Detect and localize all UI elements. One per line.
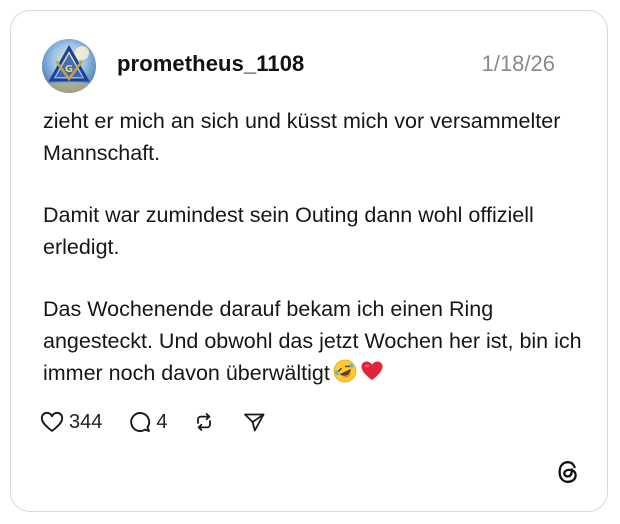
like-count: 344 — [69, 410, 103, 433]
avatar[interactable]: G — [42, 39, 96, 93]
post-paragraph: Das Wochenende darauf bekam ich einen Ri… — [43, 293, 583, 389]
post-actions: 344 4 — [39, 407, 266, 437]
svg-text:G: G — [65, 64, 73, 75]
reply-count: 4 — [156, 410, 168, 433]
threads-logo-icon[interactable] — [555, 459, 581, 485]
red-heart-emoji — [360, 359, 384, 383]
masonic-emblem-icon: G — [42, 39, 96, 93]
username[interactable]: prometheus_1108 — [117, 51, 304, 77]
post-paragraph-text: Das Wochenende darauf bekam ich einen Ri… — [43, 297, 582, 385]
rolling-on-floor-laughing-emoji — [333, 359, 357, 383]
post-paragraph: Damit war zumindest sein Outing dann woh… — [43, 203, 534, 259]
speech-bubble-icon — [130, 412, 151, 432]
heart-outline-icon — [40, 411, 64, 432]
post-body: zieht er mich an sich und küsst mich vor… — [43, 105, 583, 419]
paper-plane-icon — [243, 413, 264, 432]
reply-button[interactable]: 4 — [128, 410, 168, 434]
like-button[interactable]: 344 — [39, 409, 102, 435]
share-button[interactable] — [242, 410, 266, 434]
post-card: G prometheus_1108 1/18/26 zieht er mich … — [10, 10, 608, 512]
post-paragraph: zieht er mich an sich und küsst mich vor… — [43, 109, 561, 165]
post-date[interactable]: 1/18/26 — [482, 51, 555, 77]
repost-button[interactable] — [192, 410, 216, 434]
repost-arrows-icon — [196, 413, 211, 431]
